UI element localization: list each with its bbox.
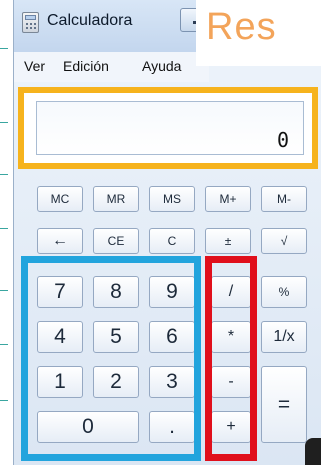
digit-6-button[interactable]: 6 [149, 321, 195, 353]
backspace-button[interactable]: ← [37, 228, 83, 254]
digit-2-button[interactable]: 2 [93, 366, 139, 398]
guide-tick [0, 174, 8, 175]
window-title: Calculadora [47, 12, 133, 29]
calculator-app-icon [22, 12, 39, 33]
menu-edicion[interactable]: Edición [63, 58, 109, 74]
guide-tick [0, 344, 8, 345]
digit-3-button[interactable]: 3 [149, 366, 195, 398]
subtract-button[interactable]: - [211, 366, 251, 398]
mc-button[interactable]: MC [37, 186, 83, 212]
decimal-button[interactable]: . [149, 411, 195, 443]
corner-mark [305, 438, 321, 465]
digit-0-button[interactable]: 0 [37, 411, 139, 443]
add-button[interactable]: + [211, 411, 251, 443]
equals-button[interactable]: = [261, 366, 307, 443]
display-panel: 0 [36, 101, 304, 155]
menu-ayuda[interactable]: Ayuda [142, 58, 181, 74]
digit-4-button[interactable]: 4 [37, 321, 83, 353]
percent-button[interactable]: % [261, 276, 307, 308]
plus-minus-button[interactable]: ± [205, 228, 251, 254]
mr-button[interactable]: MR [93, 186, 139, 212]
guide-tick [0, 228, 8, 229]
multiply-button[interactable]: * [211, 321, 251, 353]
guide-tick [0, 290, 8, 291]
divide-button[interactable]: / [211, 276, 251, 308]
digit-9-button[interactable]: 9 [149, 276, 195, 308]
menu-bar: Ver Edición Ayuda [14, 52, 209, 82]
m-plus-button[interactable]: M+ [205, 186, 251, 212]
sqrt-button[interactable]: √ [261, 228, 307, 254]
ms-button[interactable]: MS [149, 186, 195, 212]
c-button[interactable]: C [149, 228, 195, 254]
display-frame: 0 [18, 87, 318, 169]
guide-tick [0, 400, 8, 401]
ce-button[interactable]: CE [93, 228, 139, 254]
digit-1-button[interactable]: 1 [37, 366, 83, 398]
m-minus-button[interactable]: M- [261, 186, 307, 212]
menu-ver[interactable]: Ver [24, 58, 45, 74]
left-guide [0, 0, 13, 465]
digit-5-button[interactable]: 5 [93, 321, 139, 353]
guide-tick [0, 122, 8, 123]
reciprocal-button[interactable]: 1/x [261, 321, 307, 353]
display-value: 0 [276, 128, 289, 152]
guide-tick [0, 48, 8, 49]
digit-8-button[interactable]: 8 [93, 276, 139, 308]
digit-7-button[interactable]: 7 [37, 276, 83, 308]
overlay-heading: Res [196, 0, 321, 66]
